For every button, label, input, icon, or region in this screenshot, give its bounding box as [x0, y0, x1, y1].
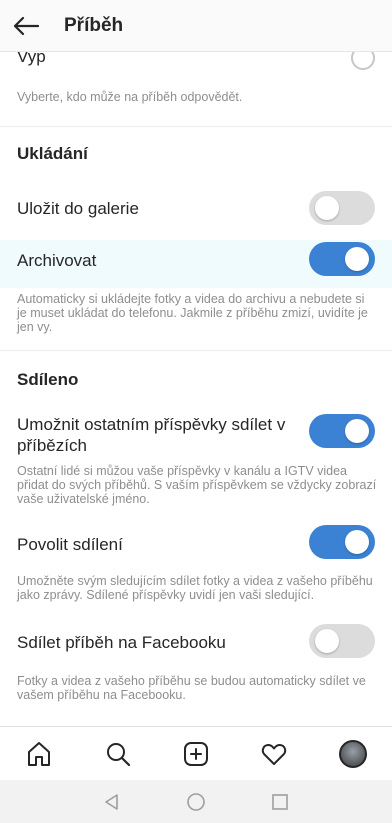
- tab-search[interactable]: [93, 729, 143, 779]
- allow-sharing-toggle[interactable]: [309, 525, 375, 559]
- reply-description: Vyberte, kdo může na příběh odpovědět.: [17, 90, 243, 104]
- allow-sharing-label: Povolit sdílení: [17, 535, 123, 554]
- search-icon: [106, 742, 130, 766]
- settings-list[interactable]: Vyp Vyberte, kdo může na příběh odpovědě…: [0, 52, 392, 726]
- tab-activity[interactable]: [249, 729, 299, 779]
- share-to-facebook-label: Sdílet příběh na Facebooku: [17, 633, 226, 652]
- system-back-button[interactable]: [92, 782, 132, 822]
- allow-resharing-description: Ostatní lidé si můžou vaše příspěvky v k…: [17, 464, 377, 506]
- plus-square-icon: [183, 741, 208, 766]
- system-recents-button[interactable]: [260, 782, 300, 822]
- section-title-saving: Ukládání: [17, 144, 88, 163]
- top-bar: Příběh: [0, 0, 392, 52]
- save-to-gallery-toggle[interactable]: [309, 191, 375, 225]
- archive-label: Archivovat: [17, 251, 97, 270]
- reply-off-radio[interactable]: [351, 52, 375, 70]
- toggle-knob: [345, 247, 369, 271]
- tab-profile[interactable]: [328, 729, 378, 779]
- save-to-gallery-label: Uložit do galerie: [17, 199, 139, 218]
- toggle-knob: [315, 196, 339, 220]
- divider: [0, 126, 392, 127]
- avatar: [338, 739, 367, 768]
- reply-row[interactable]: Vyp Vyberte, kdo může na příběh odpovědě…: [0, 52, 392, 127]
- home-icon: [28, 741, 51, 766]
- share-to-facebook-description: Fotky a videa z vašeho příběhu se budou …: [17, 674, 366, 702]
- triangle-back-icon: [105, 793, 118, 810]
- tab-create[interactable]: [171, 729, 221, 779]
- circle-home-icon: [187, 792, 205, 811]
- back-button[interactable]: [2, 0, 50, 52]
- divider: [0, 350, 392, 351]
- page-title: Příběh: [64, 14, 124, 36]
- tab-home[interactable]: [14, 729, 64, 779]
- archive-row[interactable]: Archivovat: [0, 240, 392, 288]
- archive-description: Automaticky si ukládejte fotky a videa d…: [17, 292, 368, 334]
- share-to-facebook-toggle[interactable]: [309, 624, 375, 658]
- heart-icon: [262, 743, 287, 765]
- system-home-button[interactable]: [176, 782, 216, 822]
- share-to-facebook-row[interactable]: Sdílet příběh na Facebooku: [0, 620, 392, 666]
- toggle-knob: [345, 530, 369, 554]
- allow-resharing-label: Umožnit ostatním příspěvky sdílet v příb…: [17, 415, 286, 455]
- archive-toggle[interactable]: [309, 242, 375, 276]
- allow-resharing-toggle[interactable]: [309, 414, 375, 448]
- save-to-gallery-row[interactable]: Uložit do galerie: [0, 184, 392, 234]
- bottom-tab-bar: [0, 726, 392, 780]
- section-title-sharing: Sdíleno: [17, 370, 79, 389]
- allow-sharing-row[interactable]: Povolit sdílení: [0, 522, 392, 564]
- toggle-knob: [345, 419, 369, 443]
- reply-option-label: Vyp: [17, 52, 46, 66]
- toggle-knob: [315, 629, 339, 653]
- allow-sharing-description: Umožněte svým sledujícím sdílet fotky a …: [17, 574, 373, 602]
- square-recents-icon: [272, 793, 288, 810]
- allow-resharing-row[interactable]: Umožnit ostatním příspěvky sdílet v příb…: [0, 408, 392, 460]
- system-navigation-bar: [0, 780, 392, 823]
- arrow-left-icon: [13, 16, 39, 35]
